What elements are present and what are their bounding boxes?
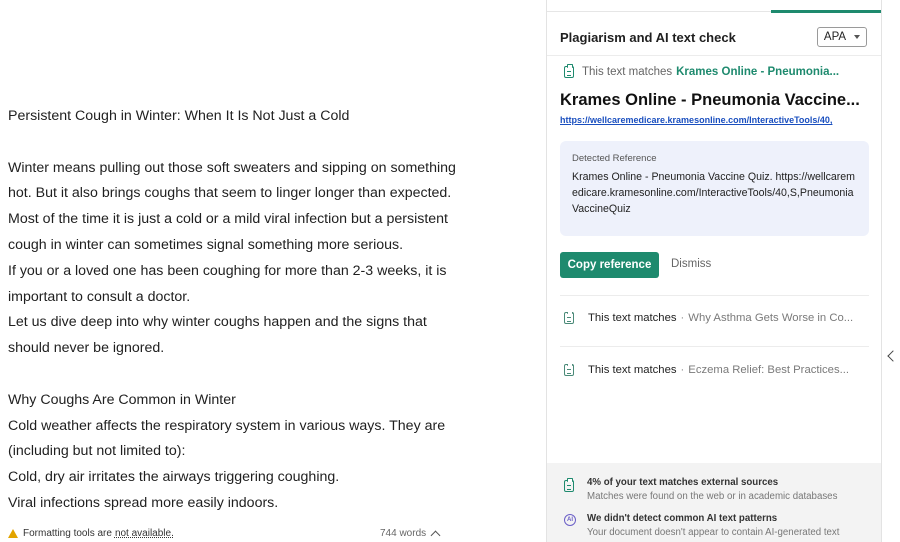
- active-match-summary[interactable]: This text matches Krames Online - Pneumo…: [564, 64, 840, 78]
- doc-line: Cold weather affects the respiratory sys…: [8, 417, 446, 434]
- doc-line: Most of the time it is just a cold or a …: [8, 211, 448, 228]
- ai-summary: AI We didn't detect common AI text patte…: [564, 513, 839, 538]
- doc-line: Viral infections spread more easily indo…: [8, 494, 279, 511]
- panel-title: Plagiarism and AI text check: [560, 30, 736, 45]
- detected-reference-box: Detected Reference Krames Online - Pneum…: [560, 141, 869, 236]
- not-available-link[interactable]: not available.: [115, 528, 174, 539]
- doc-line: Cold, dry air irritates the airways trig…: [8, 469, 340, 486]
- document-body[interactable]: Persistent Cough in Winter: When It Is N…: [8, 104, 528, 517]
- ai-summary-desc: Your document doesn't appear to contain …: [587, 527, 840, 538]
- match-divider: [560, 295, 869, 296]
- separator-dot: ·: [680, 312, 685, 324]
- word-count: 744 words: [380, 528, 427, 539]
- match-source: Krames Online - Pneumonia...: [676, 66, 840, 78]
- plagiarism-summary-title: 4% of your text matches external sources: [587, 477, 779, 488]
- source-title: Krames Online - Pneumonia Vaccine...: [560, 91, 860, 109]
- match-source: Why Asthma Gets Worse in Co...: [688, 312, 854, 324]
- chevron-up-icon: [430, 530, 441, 540]
- separator-dot: ·: [680, 364, 685, 376]
- match-item[interactable]: This text matches · Eczema Relief: Best …: [564, 364, 869, 376]
- word-count-toggle[interactable]: 744 words: [380, 528, 441, 540]
- match-label: This text matches: [588, 312, 677, 324]
- copy-reference-button[interactable]: Copy reference: [560, 252, 659, 278]
- source-url-link[interactable]: https://wellcaremedicare.kramesonline.co…: [560, 115, 870, 125]
- clipboard-icon: [564, 64, 574, 78]
- clipboard-icon: [564, 312, 574, 324]
- match-label: This text matches: [588, 364, 677, 376]
- ai-summary-text: We didn't detect common AI text patterns…: [587, 513, 839, 538]
- doc-line: should never be ignored.: [8, 340, 165, 357]
- formatting-notice-text: Formatting tools are: [23, 528, 112, 539]
- doc-line: (including but not limited to):: [8, 443, 186, 460]
- caret-down-icon: [854, 35, 861, 39]
- editor-status-bar: Formatting tools are not available. 744 …: [0, 524, 545, 542]
- doc-title: Persistent Cough in Winter: When It Is N…: [8, 108, 350, 124]
- doc-line: important to consult a doctor.: [8, 288, 191, 305]
- formatting-notice: Formatting tools are not available.: [8, 528, 174, 539]
- doc-line: If you or a loved one has been coughing …: [8, 262, 447, 279]
- header-divider: [547, 55, 881, 56]
- clipboard-icon: [564, 478, 574, 492]
- doc-heading: Why Coughs Are Common in Winter: [8, 391, 236, 408]
- reference-text: Krames Online - Pneumonia Vaccine Quiz. …: [572, 171, 856, 215]
- warning-icon: [8, 529, 18, 538]
- doc-line: cough in winter can sometimes signal som…: [8, 236, 404, 253]
- citation-style-value: APA: [823, 31, 847, 43]
- plagiarism-summary-desc: Matches were found on the web or in acad…: [587, 491, 838, 502]
- chevron-left-icon[interactable]: [887, 350, 899, 362]
- doc-line: hot. But it also brings coughs that seem…: [8, 185, 452, 202]
- dismiss-button[interactable]: Dismiss: [671, 258, 711, 270]
- match-label: This text matches: [582, 66, 673, 78]
- citation-style-select[interactable]: APA: [817, 27, 867, 47]
- active-tab-indicator[interactable]: [771, 10, 881, 13]
- ai-icon: AI: [564, 514, 576, 526]
- doc-line: Winter means pulling out those soft swea…: [8, 159, 456, 176]
- plagiarism-summary-text: 4% of your text matches external sources…: [587, 477, 837, 502]
- match-divider: [560, 346, 869, 347]
- plagiarism-summary: 4% of your text matches external sources…: [564, 477, 837, 502]
- summary-footer: 4% of your text matches external sources…: [547, 463, 881, 542]
- clipboard-icon: [564, 364, 574, 376]
- match-source: Eczema Relief: Best Practices...: [688, 364, 850, 376]
- ai-summary-title: We didn't detect common AI text patterns: [587, 513, 778, 524]
- reference-header: Detected Reference: [572, 153, 657, 164]
- match-item[interactable]: This text matches · Why Asthma Gets Wors…: [564, 312, 869, 324]
- doc-line: Let us dive deep into why winter coughs …: [8, 314, 427, 331]
- plagiarism-panel: Plagiarism and AI text check APA This te…: [546, 0, 882, 542]
